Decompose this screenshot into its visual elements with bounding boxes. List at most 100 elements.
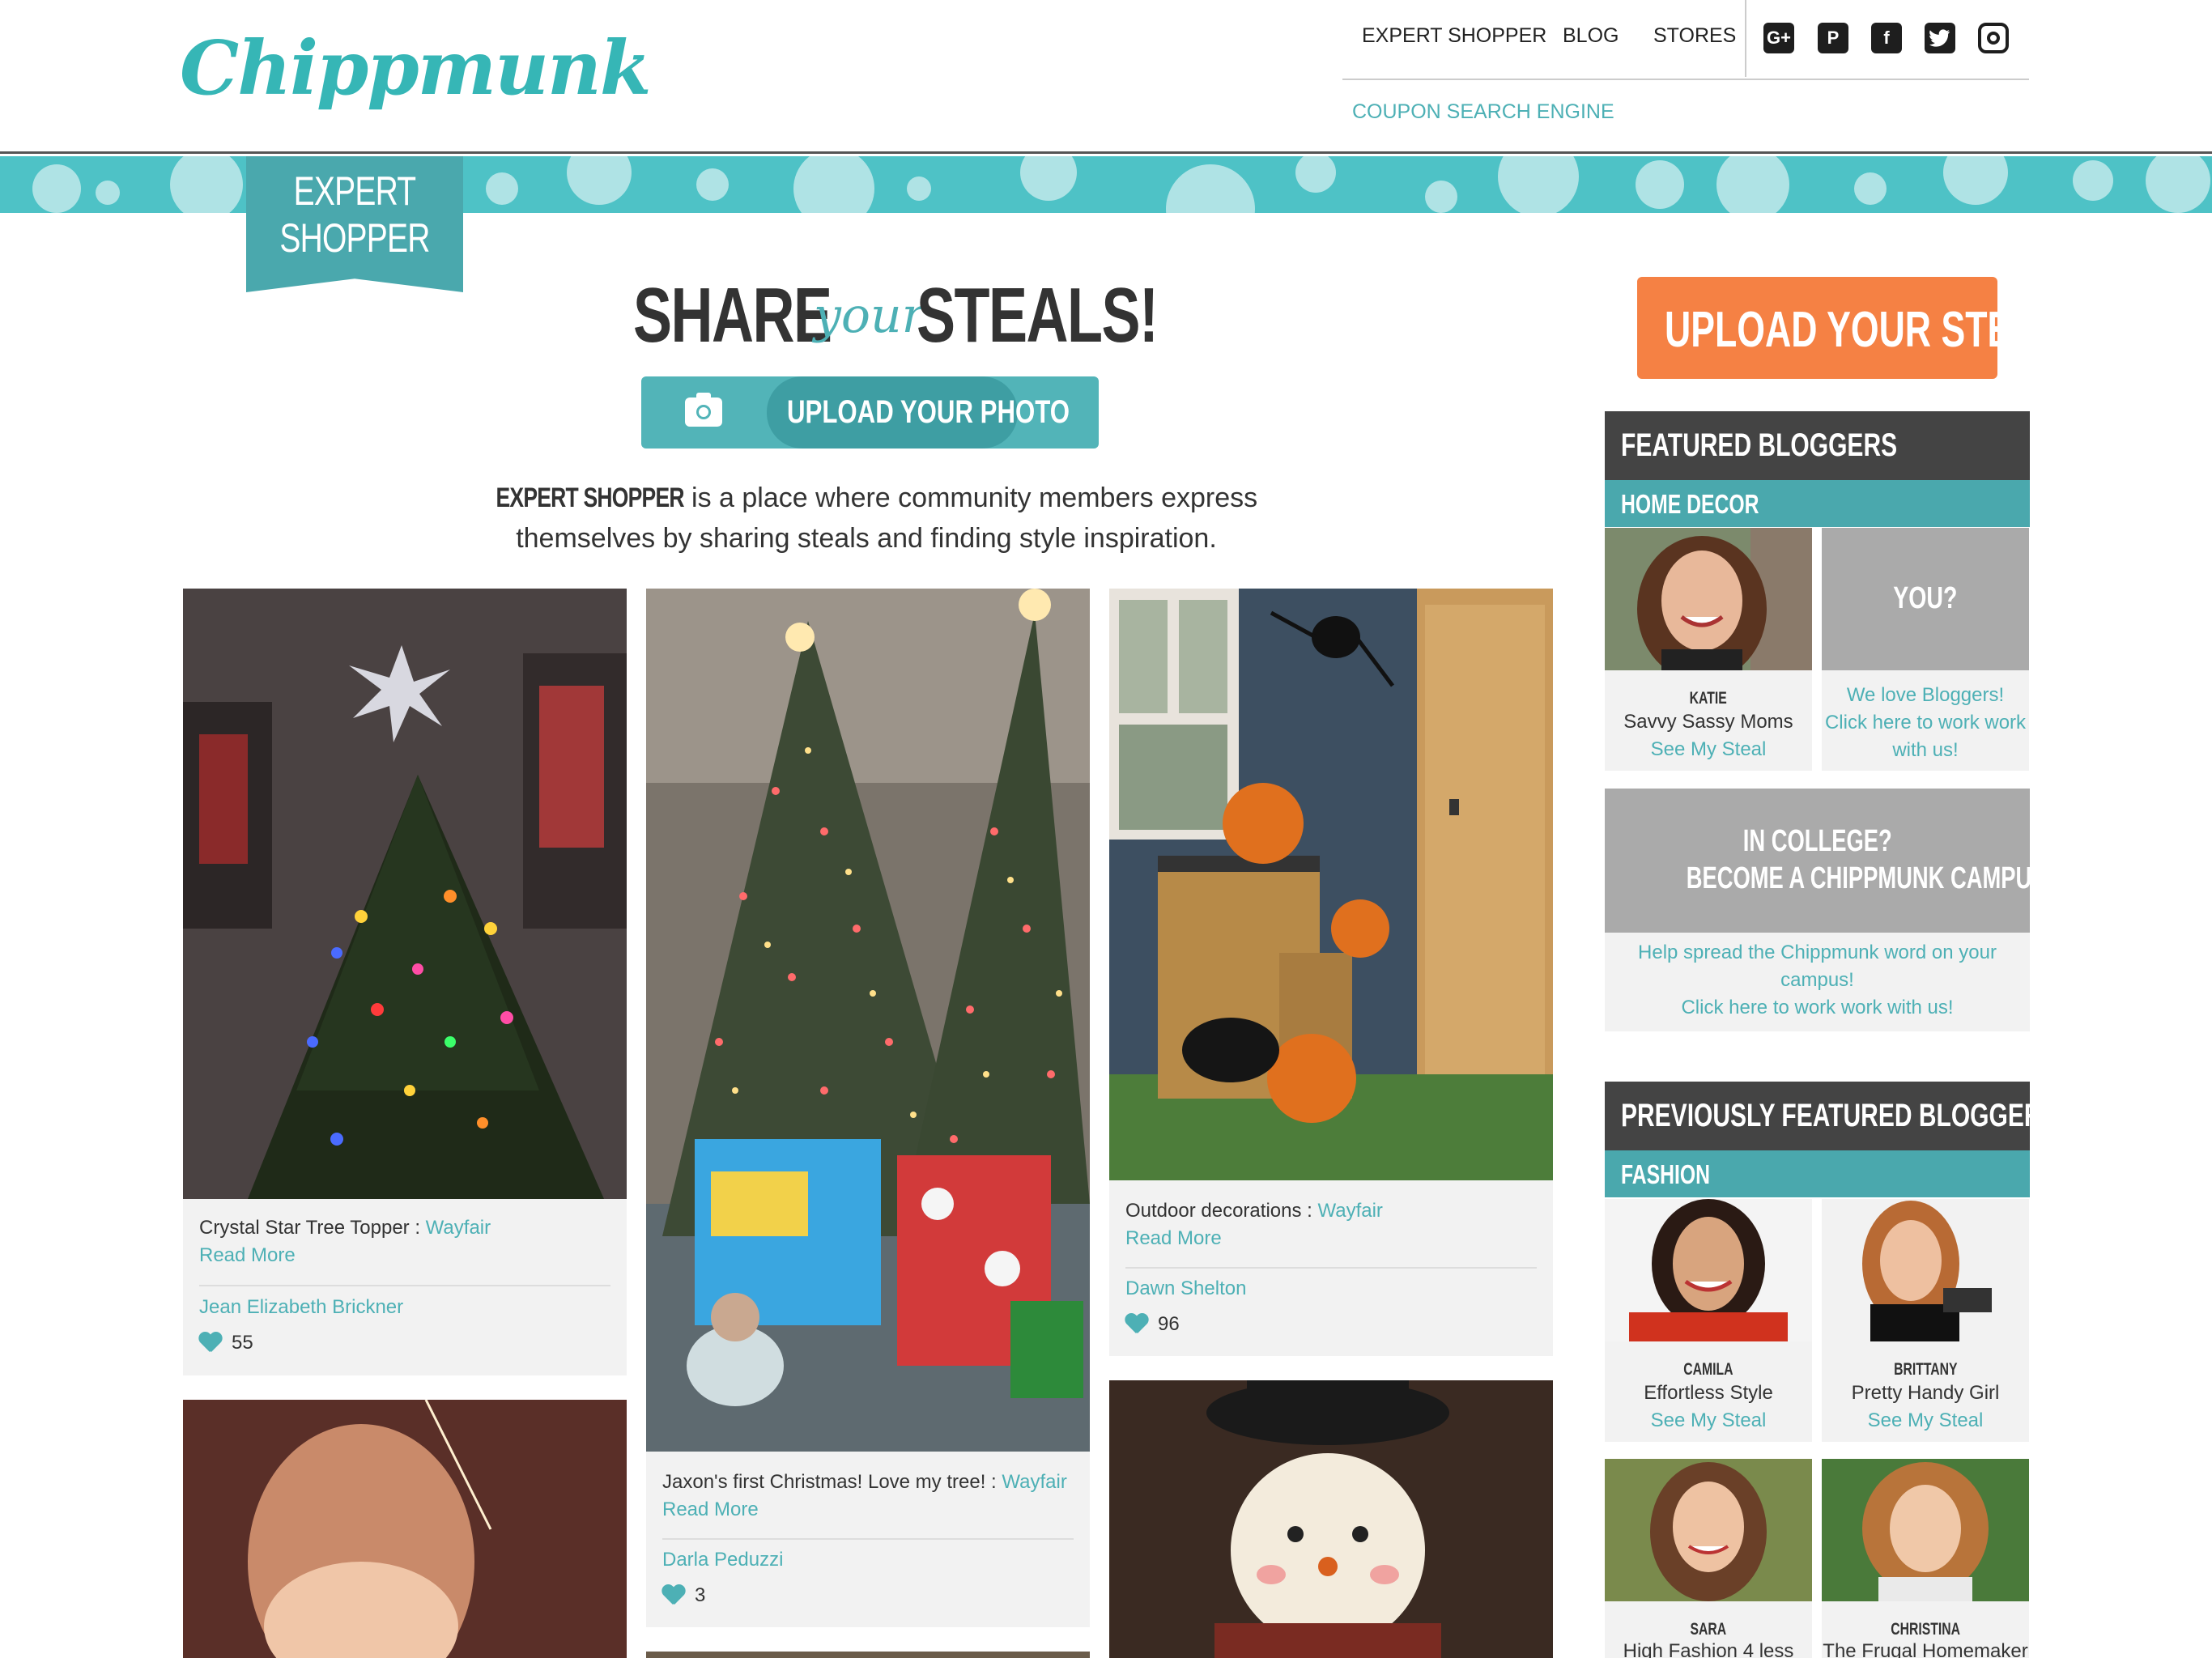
read-more-link[interactable]: Read More [1125, 1227, 1222, 1250]
intro-line-2: themselves by sharing steals and finding… [516, 523, 1217, 554]
heart-icon[interactable] [199, 1333, 222, 1354]
campus-rep-card[interactable]: IN COLLEGE? BECOME A CHIPPMUNK CAMPUS RE… [1605, 789, 2106, 1031]
post-photo[interactable] [646, 589, 1090, 1452]
heart-icon[interactable] [662, 1585, 685, 1606]
post-caption: Outdoor decorations : Wayfair [1125, 1200, 1383, 1222]
campus-msg-3: Click here to work work with us! [1681, 997, 1954, 1018]
blogger-name: BRITTANY [1893, 1360, 1958, 1379]
upload-steal-label: UPLOAD YOUR STEAL [1665, 302, 2060, 358]
become-blogger-card[interactable]: YOU? We love Bloggers! Click here to wor… [1822, 528, 2029, 771]
caption-text: Jaxon's first Christmas! Love my tree! : [662, 1471, 1002, 1493]
category-home-decor: HOME DECOR [1621, 489, 1759, 519]
you-placeholder[interactable]: YOU? [1822, 528, 2029, 670]
blogger-card-katie[interactable]: KATIE Savvy Sassy Moms See My Steal [1605, 528, 1812, 771]
post-card[interactable] [646, 1652, 1090, 1658]
caption-text: Crystal Star Tree Topper : [199, 1217, 426, 1239]
blogger-site: Pretty Handy Girl [1851, 1382, 2000, 1404]
blogger-avatar[interactable] [1822, 1199, 2029, 1341]
post-photo[interactable] [183, 1400, 627, 1658]
blogger-name: SARA [1690, 1620, 1727, 1639]
google-plus-icon[interactable]: G+ [1763, 23, 1794, 53]
heart-icon[interactable] [1125, 1314, 1148, 1335]
intro-line-1: is a place where community members expre… [683, 483, 1258, 513]
twitter-icon[interactable] [1925, 23, 1955, 53]
category-bar: HOME DECOR [1605, 480, 2030, 527]
post-card[interactable]: Outdoor decorations : Wayfair Read More … [1109, 589, 1553, 1356]
author-link[interactable]: Jean Elizabeth Brickner [199, 1296, 403, 1319]
blogger-card-sara[interactable]: SARA High Fashion 4 less [1605, 1459, 1812, 1658]
pinterest-icon[interactable]: P [1818, 23, 1848, 53]
blogger-name: CHRISTINA [1891, 1620, 1960, 1639]
blogger-card-christina[interactable]: CHRISTINA The Frugal Homemaker [1822, 1459, 2029, 1658]
blogger-name: CAMILA [1683, 1360, 1733, 1379]
work-with-us-link[interactable]: We love Bloggers! Click here to work wor… [1822, 682, 2029, 764]
featured-bloggers-title: FEATURED BLOGGERS [1621, 427, 1898, 463]
post-photo[interactable] [1109, 1380, 1553, 1658]
blogger-avatar[interactable] [1605, 528, 1812, 670]
author-link[interactable]: Dawn Shelton [1125, 1278, 1246, 1300]
campus-rep-link[interactable]: Help spread the Chippmunk word on your c… [1605, 939, 2030, 1022]
upload-photo-button[interactable]: UPLOAD YOUR PHOTO [641, 376, 1099, 449]
see-my-steal-link[interactable]: See My Steal [1605, 1409, 1812, 1432]
post-card[interactable]: Jaxon's first Christmas! Love my tree! :… [646, 589, 1090, 1627]
upload-your-steal-button[interactable]: UPLOAD YOUR STEAL [1637, 277, 2060, 379]
campus-msg-1: Help spread the Chippmunk word on your [1638, 942, 1997, 963]
ribbon-line-1: EXPERT [293, 168, 416, 214]
nav-divider [1342, 79, 2029, 80]
category-fashion: FASHION [1621, 1159, 1711, 1189]
blogger-avatar[interactable] [1605, 1459, 1812, 1601]
like-count: 55 [232, 1332, 253, 1354]
hero-title-your: your [814, 287, 925, 344]
instagram-icon[interactable] [1978, 23, 2009, 53]
nav-stores[interactable]: STORES [1653, 24, 1736, 57]
you-title: YOU? [1893, 581, 1958, 615]
post-card[interactable]: Crystal Star Tree Topper : Wayfair Read … [183, 589, 627, 1375]
like-count: 3 [695, 1584, 706, 1606]
campus-msg-2: campus! [1780, 969, 1854, 991]
card-divider [1125, 1267, 1537, 1269]
featured-bloggers-header: FEATURED BLOGGERS [1605, 411, 2030, 480]
see-my-steal-link[interactable]: See My Steal [1605, 738, 1812, 761]
blogger-site: Savvy Sassy Moms [1623, 711, 1793, 733]
likes[interactable]: 55 [199, 1332, 253, 1354]
read-more-link[interactable]: Read More [662, 1499, 759, 1521]
author-link[interactable]: Darla Peduzzi [662, 1549, 783, 1571]
card-divider [199, 1285, 610, 1286]
blogger-card-camila[interactable]: CAMILA Effortless Style See My Steal [1605, 1199, 1812, 1442]
blogger-site: The Frugal Homemaker [1823, 1640, 2028, 1658]
post-card[interactable] [1109, 1380, 1553, 1658]
post-photo[interactable] [183, 589, 627, 1199]
you-line-3: with us! [1892, 739, 1959, 761]
campus-rep-banner[interactable]: IN COLLEGE? BECOME A CHIPPMUNK CAMPUS RE… [1605, 789, 2106, 933]
likes[interactable]: 3 [662, 1584, 705, 1607]
read-more-link[interactable]: Read More [199, 1244, 296, 1267]
nav-divider [1745, 0, 1746, 77]
see-my-steal-link[interactable]: See My Steal [1822, 1409, 2029, 1432]
site-header: Chippmunk EXPERT SHOPPER BLOG STORES G+ … [0, 0, 2212, 154]
chippmunk-logo[interactable]: Chippmunk [180, 24, 652, 112]
blogger-avatar[interactable] [1822, 1459, 2029, 1601]
hero-title-share: SHARE [633, 272, 832, 359]
previous-bloggers-header: PREVIOUSLY FEATURED BLOGGERS [1605, 1082, 2058, 1150]
facebook-icon[interactable]: f [1871, 23, 1902, 53]
blogger-site: Effortless Style [1644, 1382, 1773, 1404]
campus-line-2: BECOME A CHIPPMUNK CAMPUS REP! [1686, 861, 2106, 895]
like-count: 96 [1158, 1313, 1180, 1335]
post-card[interactable] [183, 1400, 627, 1658]
intro-brand: EXPERT SHOPPER [496, 483, 684, 513]
post-caption: Jaxon's first Christmas! Love my tree! :… [662, 1471, 1067, 1494]
blogger-avatar[interactable] [1605, 1199, 1812, 1341]
expert-shopper-ribbon: EXPERT SHOPPER [246, 156, 463, 292]
coupon-search-engine-link[interactable]: COUPON SEARCH ENGINE [1352, 100, 1614, 124]
camera-area [641, 376, 767, 449]
likes[interactable]: 96 [1125, 1313, 1180, 1336]
store-link[interactable]: Wayfair [1317, 1200, 1382, 1222]
store-link[interactable]: Wayfair [426, 1217, 491, 1239]
post-photo[interactable] [1109, 589, 1553, 1180]
nav-blog[interactable]: BLOG [1563, 24, 1619, 57]
nav-expert-shopper[interactable]: EXPERT SHOPPER [1362, 24, 1546, 57]
store-link[interactable]: Wayfair [1002, 1471, 1066, 1493]
previous-bloggers-title: PREVIOUSLY FEATURED BLOGGERS [1621, 1098, 2058, 1133]
blogger-card-brittany[interactable]: BRITTANY Pretty Handy Girl See My Steal [1822, 1199, 2029, 1442]
intro-text: EXPERT SHOPPER is a place where communit… [437, 478, 1295, 559]
